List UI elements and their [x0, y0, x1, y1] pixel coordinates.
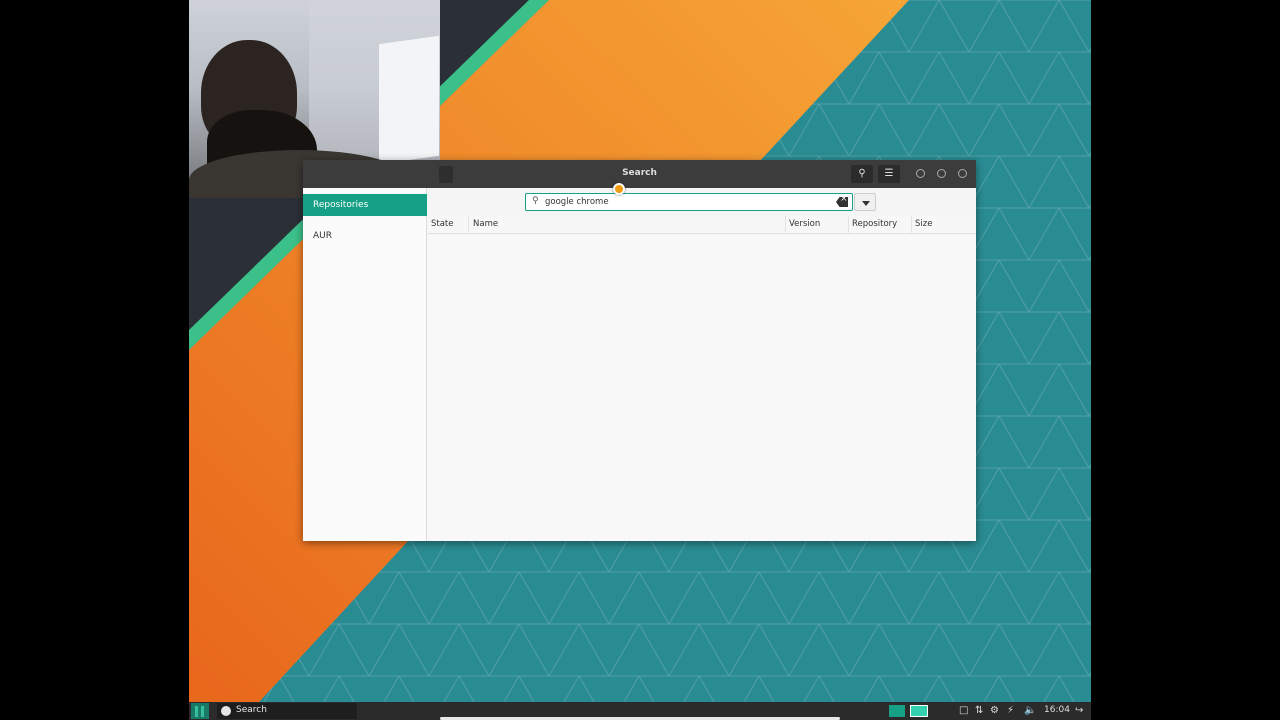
column-separator: [785, 216, 786, 234]
search-icon: ⚲: [858, 168, 866, 179]
column-separator: [911, 216, 912, 234]
backspace-clear-icon[interactable]: [836, 197, 848, 207]
search-icon: ⚲: [532, 196, 539, 206]
sidebar: Repositories AUR: [303, 188, 427, 541]
window-titlebar[interactable]: Search ⚲ ☰: [303, 160, 976, 188]
start-menu-icon[interactable]: [191, 703, 209, 719]
hamburger-menu-icon: ☰: [884, 168, 894, 179]
workspace-1-button[interactable]: [889, 705, 905, 717]
taskbar-item-search[interactable]: Search: [217, 703, 357, 719]
menu-button[interactable]: ☰: [878, 165, 900, 183]
logout-icon[interactable]: ↪: [1075, 705, 1083, 717]
taskbar-item-label: Search: [236, 705, 267, 715]
settings-gear-icon[interactable]: ⚙: [990, 705, 999, 717]
clipboard-icon[interactable]: □: [959, 705, 968, 717]
close-button[interactable]: [958, 169, 967, 178]
column-header-name[interactable]: Name: [473, 219, 498, 229]
webcam-window-light: [379, 35, 439, 165]
chevron-down-icon: [862, 201, 870, 206]
screen: Search ⚲ ☰ Repositories AUR ⚲ State: [0, 0, 1280, 720]
app-icon: [221, 706, 231, 716]
minimize-button[interactable]: [916, 169, 925, 178]
power-icon[interactable]: ⚡: [1007, 705, 1014, 717]
window-title: Search: [622, 168, 657, 178]
column-header-state[interactable]: State: [431, 219, 454, 229]
column-separator: [468, 216, 469, 234]
sidebar-item-aur[interactable]: AUR: [303, 225, 427, 247]
clock[interactable]: 16:04: [1044, 705, 1070, 715]
table-header: State Name Version Repository Size: [427, 216, 976, 234]
column-header-repository[interactable]: Repository: [852, 219, 897, 229]
search-toggle-button[interactable]: ⚲: [851, 165, 873, 183]
search-dropdown-button[interactable]: [854, 193, 876, 211]
maximize-button[interactable]: [937, 169, 946, 178]
column-separator: [848, 216, 849, 234]
sidebar-item-repositories[interactable]: Repositories: [303, 194, 427, 216]
search-input[interactable]: [545, 195, 825, 209]
column-header-size[interactable]: Size: [915, 219, 932, 229]
package-manager-window: Search ⚲ ☰ Repositories AUR ⚲ State: [303, 160, 976, 541]
volume-icon[interactable]: 🔈: [1024, 705, 1036, 717]
package-list[interactable]: [427, 235, 976, 541]
column-header-version[interactable]: Version: [789, 219, 820, 229]
network-icon[interactable]: ⇅: [975, 705, 983, 717]
workspace-2-button[interactable]: [910, 705, 928, 717]
mouse-cursor: [613, 183, 625, 195]
search-box[interactable]: ⚲: [525, 193, 853, 211]
